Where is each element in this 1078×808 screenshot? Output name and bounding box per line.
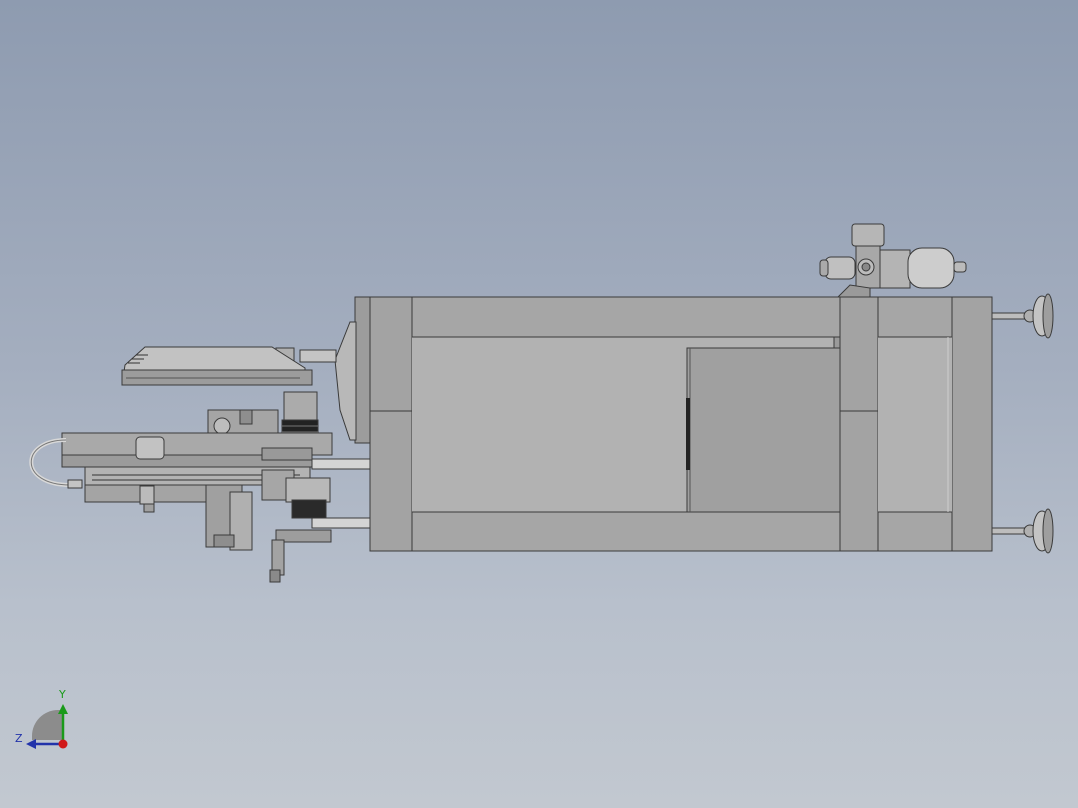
air-filter-regulator [819, 223, 967, 298]
inner-block [686, 336, 841, 513]
main-frame [354, 296, 993, 552]
left-mechanism [29, 432, 333, 583]
origin-point [58, 739, 68, 749]
z-axis-label: Z [15, 732, 23, 745]
graphics-viewport[interactable]: Y Z [0, 0, 1078, 808]
cad-model[interactable] [0, 0, 1078, 808]
y-axis-head [58, 704, 68, 714]
z-axis-head [26, 739, 36, 749]
right-foot-lower [991, 508, 1054, 554]
triad-plane [32, 710, 62, 740]
y-axis-label: Y [59, 688, 66, 701]
right-foot-upper [991, 293, 1054, 339]
